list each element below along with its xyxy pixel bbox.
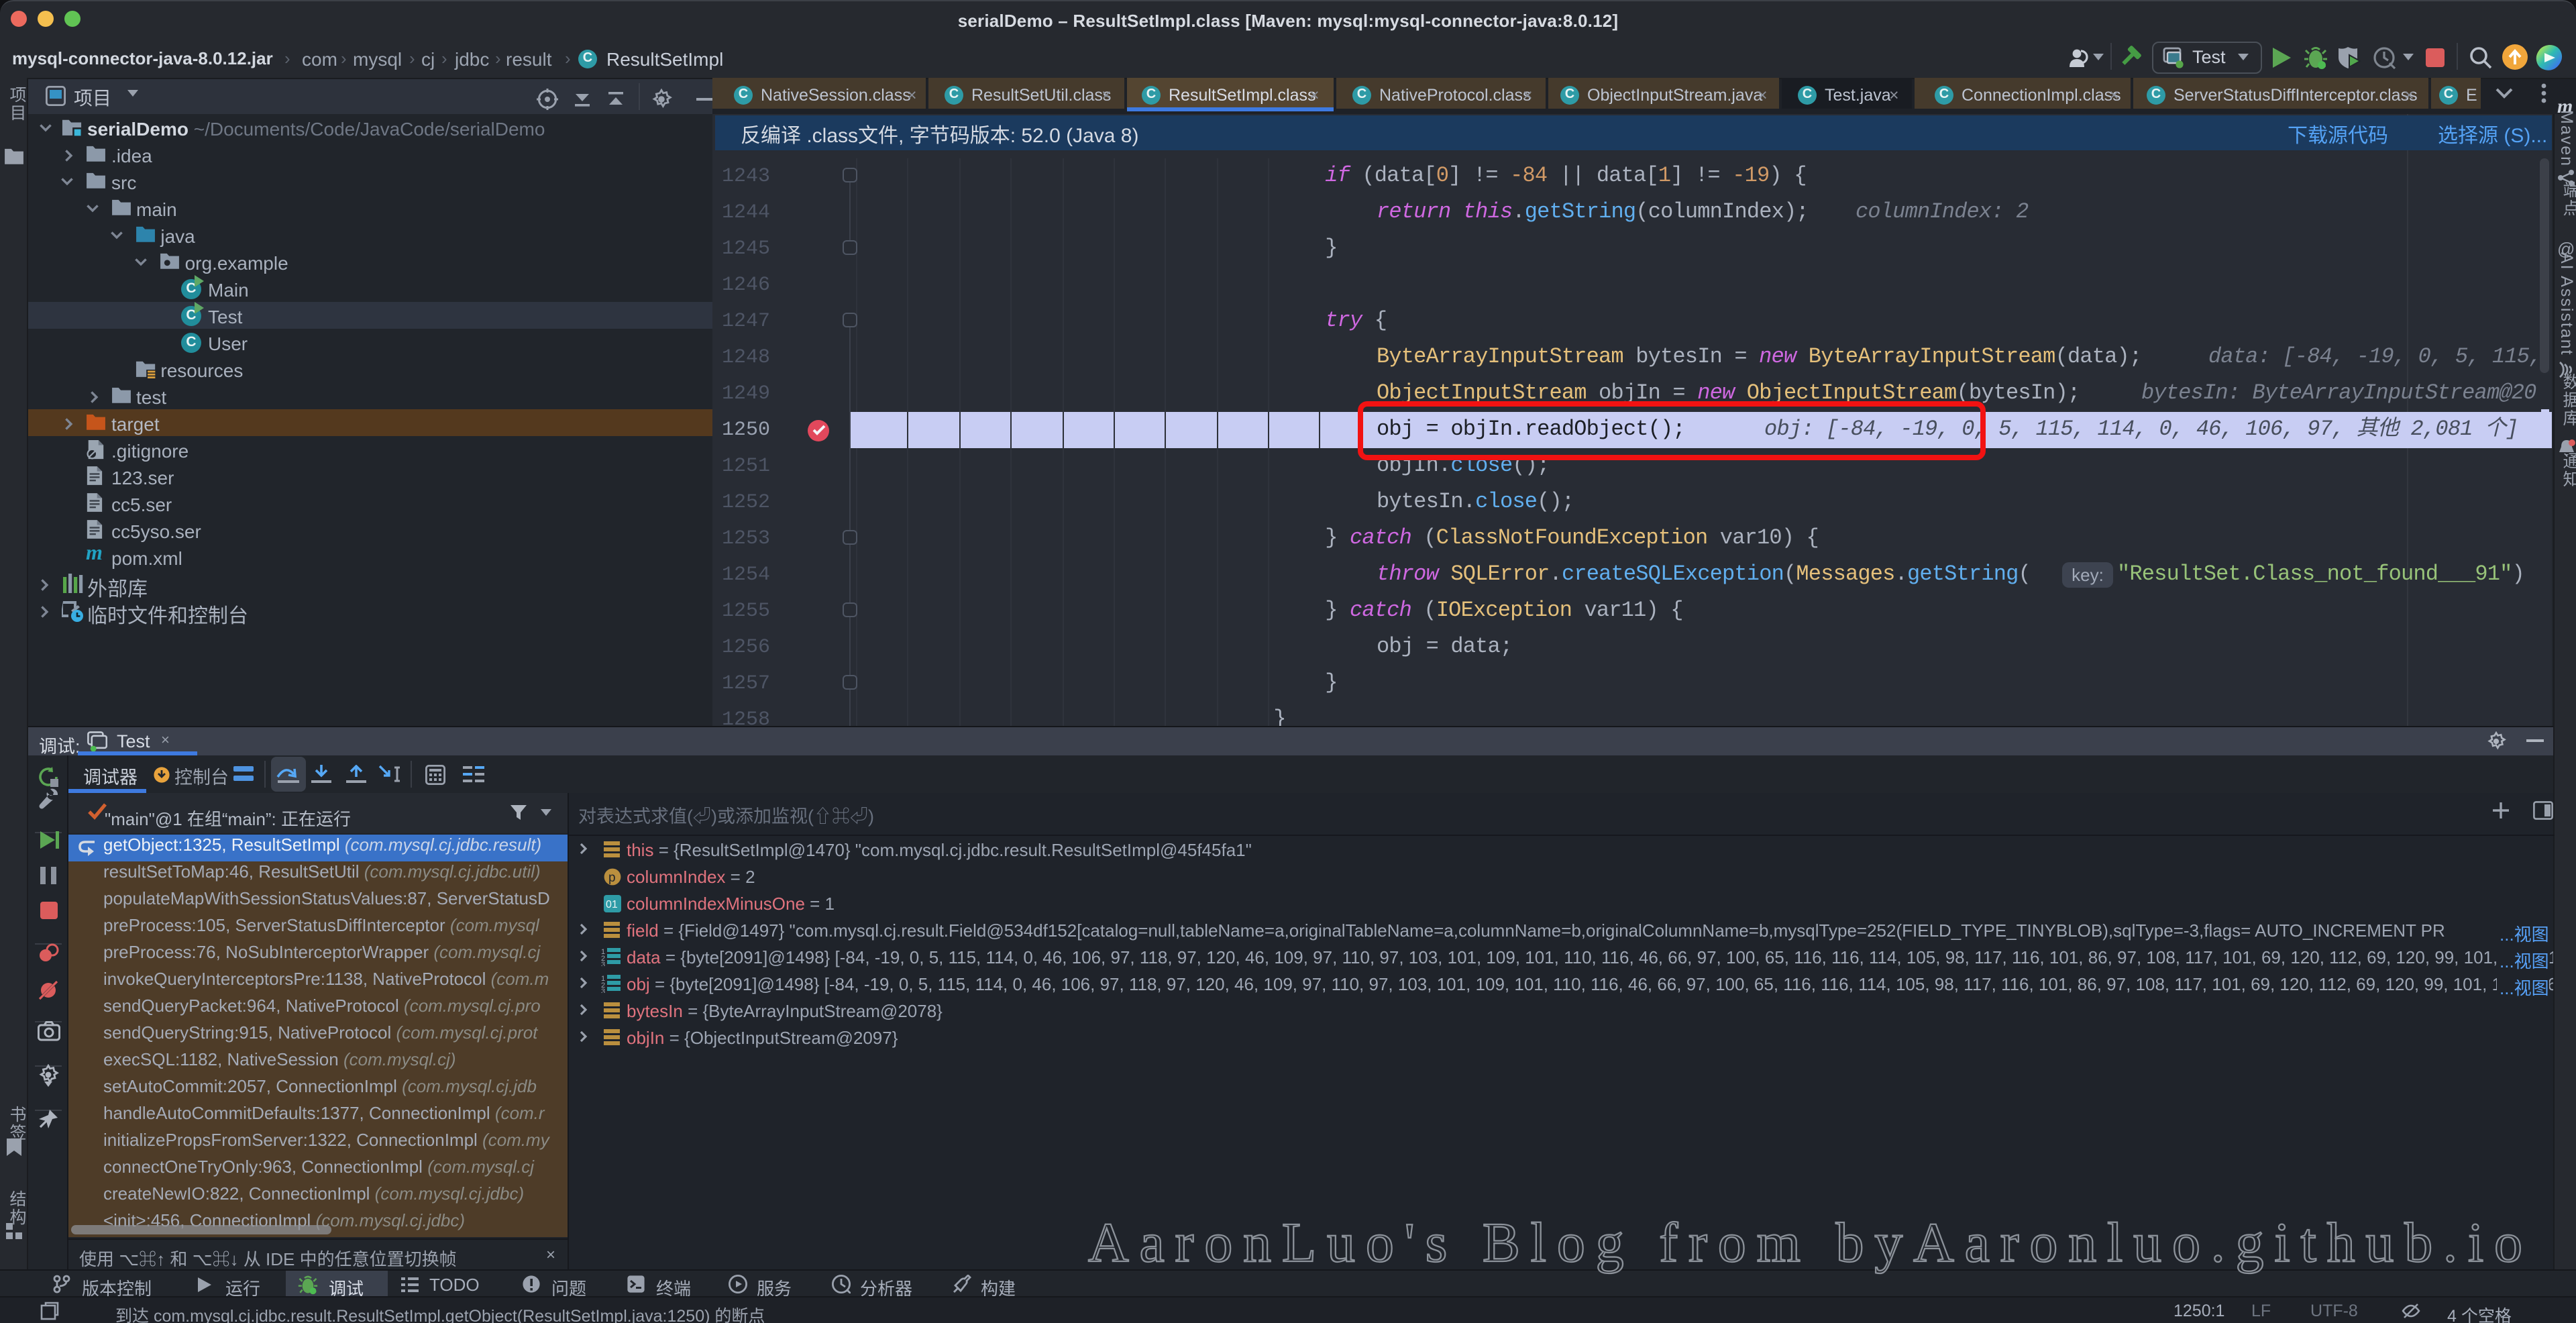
- svg-text:3: 3: [601, 988, 605, 993]
- svg-text:3: 3: [601, 961, 605, 966]
- svg-text:p: p: [608, 871, 616, 885]
- svg-text:01: 01: [606, 899, 618, 910]
